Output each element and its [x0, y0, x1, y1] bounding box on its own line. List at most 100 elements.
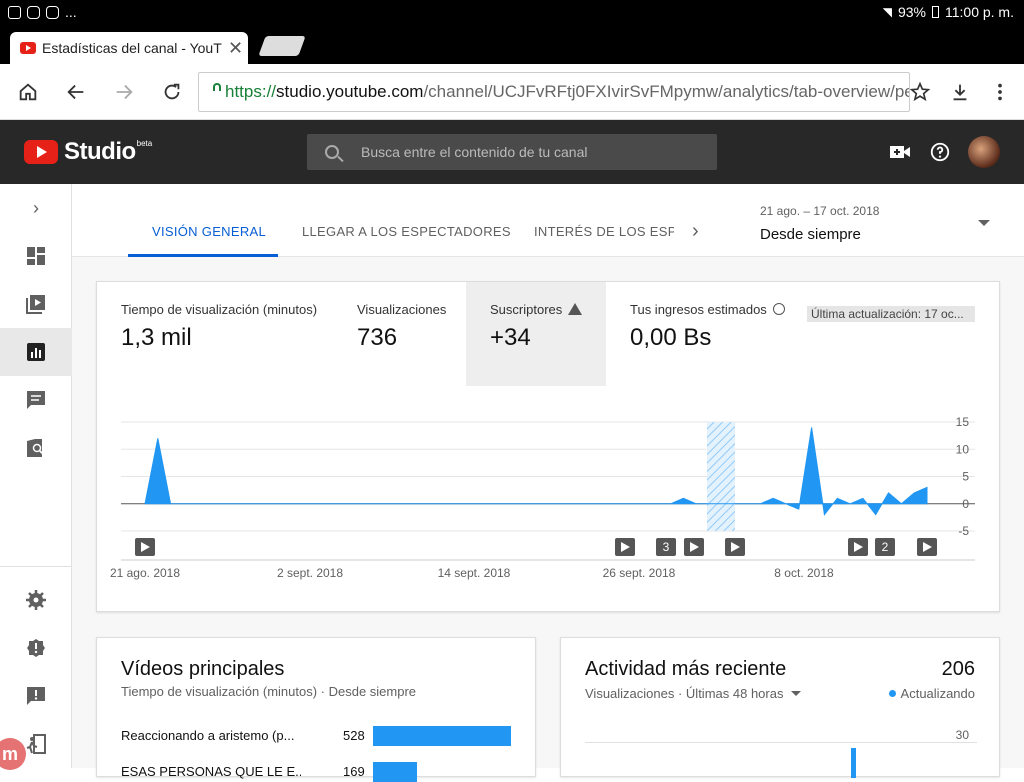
- video-published-marker[interactable]: [684, 538, 704, 556]
- status-left: ...: [8, 4, 77, 20]
- close-tab-icon[interactable]: ✕: [228, 38, 243, 59]
- arrow-back-icon[interactable]: [62, 78, 90, 106]
- tab-reach[interactable]: LLEGAR A LOS ESPECTADORES: [302, 224, 511, 239]
- subscribers-area: [144, 427, 928, 516]
- video-value: 169: [343, 764, 365, 779]
- tab-interest[interactable]: INTERÉS DE LOS ESPEC: [534, 224, 674, 239]
- url-bar[interactable]: https:// studio.youtube.com /channel/UCJ…: [198, 72, 910, 112]
- instagram-icon: [27, 5, 40, 19]
- subscribers-chart: 15 10 5 0 -5 3 2 21 ago. 2018 2 sept. 2018 14 s…: [110, 415, 975, 580]
- recent-activity-subtitle: Visualizaciones · Últimas 48 horas: [585, 686, 784, 701]
- video-published-marker[interactable]: [135, 538, 155, 556]
- nav-item-alerts[interactable]: [0, 624, 72, 672]
- logo-text: Studio: [64, 138, 136, 165]
- recent-activity-bar: [851, 748, 856, 778]
- recent-activity-title: Actividad más reciente: [585, 658, 787, 680]
- tabs-next-icon[interactable]: ›: [692, 220, 699, 243]
- alert-icon: [27, 639, 45, 657]
- clock-time: 11:00 p. m.: [944, 4, 1014, 20]
- battery-level: 93%: [897, 4, 926, 20]
- x-tick-label: 21 ago. 2018: [110, 566, 180, 580]
- dashboard-icon: [27, 247, 45, 265]
- settings-icon: [26, 590, 46, 610]
- metric-label: Tiempo de visualización (minutos): [121, 302, 318, 317]
- y-tick-label: 10: [956, 442, 970, 456]
- feedback-icon: [27, 687, 45, 705]
- studio-logo[interactable]: Studio beta: [24, 138, 152, 166]
- status-overflow: ...: [65, 4, 77, 20]
- channel-search-input[interactable]: Busca entre el contenido de tu canal: [307, 134, 717, 170]
- x-tick-label: 2 sept. 2018: [277, 566, 343, 580]
- new-tab-button[interactable]: [258, 36, 306, 56]
- y-tick-label: 15: [956, 415, 970, 429]
- main-content: VISIÓN GENERAL LLEGAR A LOS ESPECTADORES…: [72, 184, 1024, 782]
- nav-item-videos[interactable]: [0, 280, 72, 328]
- tab-strip: Estadísticas del canal - YouTube Studio …: [0, 26, 1024, 64]
- metric-label: Tus ingresos estimados: [630, 302, 785, 317]
- metric-value: 0,00 Bs: [630, 324, 712, 351]
- nav-item-copyright[interactable]: [0, 424, 72, 472]
- video-published-marker[interactable]: [917, 538, 937, 556]
- nav-item-settings[interactable]: [0, 576, 72, 624]
- video-count-marker[interactable]: 2: [875, 538, 895, 556]
- metric-label: Visualizaciones: [357, 302, 447, 317]
- top-videos-subtitle: Tiempo de visualización (minutos) · Desd…: [121, 684, 417, 699]
- video-bar: [373, 726, 511, 746]
- x-tick-label: 8 oct. 2018: [774, 566, 834, 580]
- video-title[interactable]: ESAS PERSONAS QUE LE E...: [121, 764, 301, 779]
- copyright-icon: [27, 439, 44, 457]
- videos-icon: [26, 295, 45, 314]
- video-bar: [373, 762, 417, 782]
- tab-title: Estadísticas del canal - YouTube Studio: [42, 40, 222, 56]
- y-tick-label: 5: [962, 470, 969, 484]
- metric-subscribers[interactable]: Suscriptores +34: [466, 282, 606, 386]
- metric-watch-time[interactable]: Tiempo de visualización (minutos) 1,3 mi…: [97, 282, 327, 386]
- video-title[interactable]: Reaccionando a aristemo (p...: [121, 728, 301, 743]
- nav-item-dashboard[interactable]: [0, 232, 72, 280]
- browser-tab[interactable]: Estadísticas del canal - YouTube Studio …: [10, 32, 248, 64]
- y-tick-label: 0: [962, 497, 969, 511]
- browser-toolbar: https:// studio.youtube.com /channel/UCJ…: [0, 64, 1024, 120]
- url-path: /channel/UCJFvRFtj0FXIvirSvFMpymw/analyt…: [423, 82, 909, 101]
- instagram-icon: [46, 5, 59, 19]
- date-range-selector[interactable]: 21 ago. – 17 oct. 2018 Desde siempre: [760, 204, 879, 243]
- create-video-icon[interactable]: [888, 140, 912, 164]
- nav-item-analytics[interactable]: [0, 328, 72, 376]
- nav-divider: [0, 566, 72, 567]
- star-icon[interactable]: [906, 78, 934, 106]
- clock-icon[interactable]: [772, 303, 785, 315]
- metric-revenue[interactable]: Tus ingresos estimados 0,00 Bs: [606, 282, 796, 386]
- status-text: Actualizando: [900, 686, 975, 701]
- nav-expand-button[interactable]: ›: [0, 184, 72, 232]
- video-published-marker[interactable]: [615, 538, 635, 556]
- warning-icon[interactable]: [568, 303, 583, 315]
- nav-item-comments[interactable]: [0, 376, 72, 424]
- home-icon[interactable]: [14, 78, 42, 106]
- youtube-favicon-icon: [20, 42, 36, 54]
- wifi-icon: ◥: [882, 5, 892, 19]
- help-icon[interactable]: [928, 140, 952, 164]
- metric-value: 736: [357, 324, 398, 351]
- video-count-marker[interactable]: 3: [656, 538, 676, 556]
- status-bar: ... ◥ 93% 11:00 p. m.: [0, 0, 1024, 26]
- more-vert-icon[interactable]: [986, 78, 1014, 106]
- live-dot-icon: [888, 690, 896, 697]
- recent-activity-metric-select[interactable]: Visualizaciones · Últimas 48 horas: [585, 686, 802, 701]
- arrow-forward-icon[interactable]: [110, 78, 138, 106]
- url-host: studio.youtube.com: [276, 82, 424, 101]
- metric-views[interactable]: Visualizaciones 736: [333, 282, 463, 386]
- video-published-marker[interactable]: [848, 538, 868, 556]
- y-tick-label: -5: [958, 524, 969, 538]
- dropdown-arrow-icon[interactable]: [978, 220, 990, 226]
- status-right: ◥ 93% 11:00 p. m.: [883, 4, 1014, 20]
- video-published-marker[interactable]: [725, 538, 745, 556]
- beta-badge: beta: [136, 138, 153, 148]
- studio-header: Studio beta Busca entre el contenido de …: [0, 120, 1024, 184]
- classic-studio-icon: [26, 734, 46, 754]
- download-icon[interactable]: [946, 78, 974, 106]
- nav-item-feedback[interactable]: [0, 672, 72, 720]
- tab-overview[interactable]: VISIÓN GENERAL: [152, 224, 266, 239]
- reload-icon[interactable]: [158, 78, 186, 106]
- avatar[interactable]: [968, 136, 1000, 168]
- search-placeholder: Busca entre el contenido de tu canal: [361, 144, 588, 160]
